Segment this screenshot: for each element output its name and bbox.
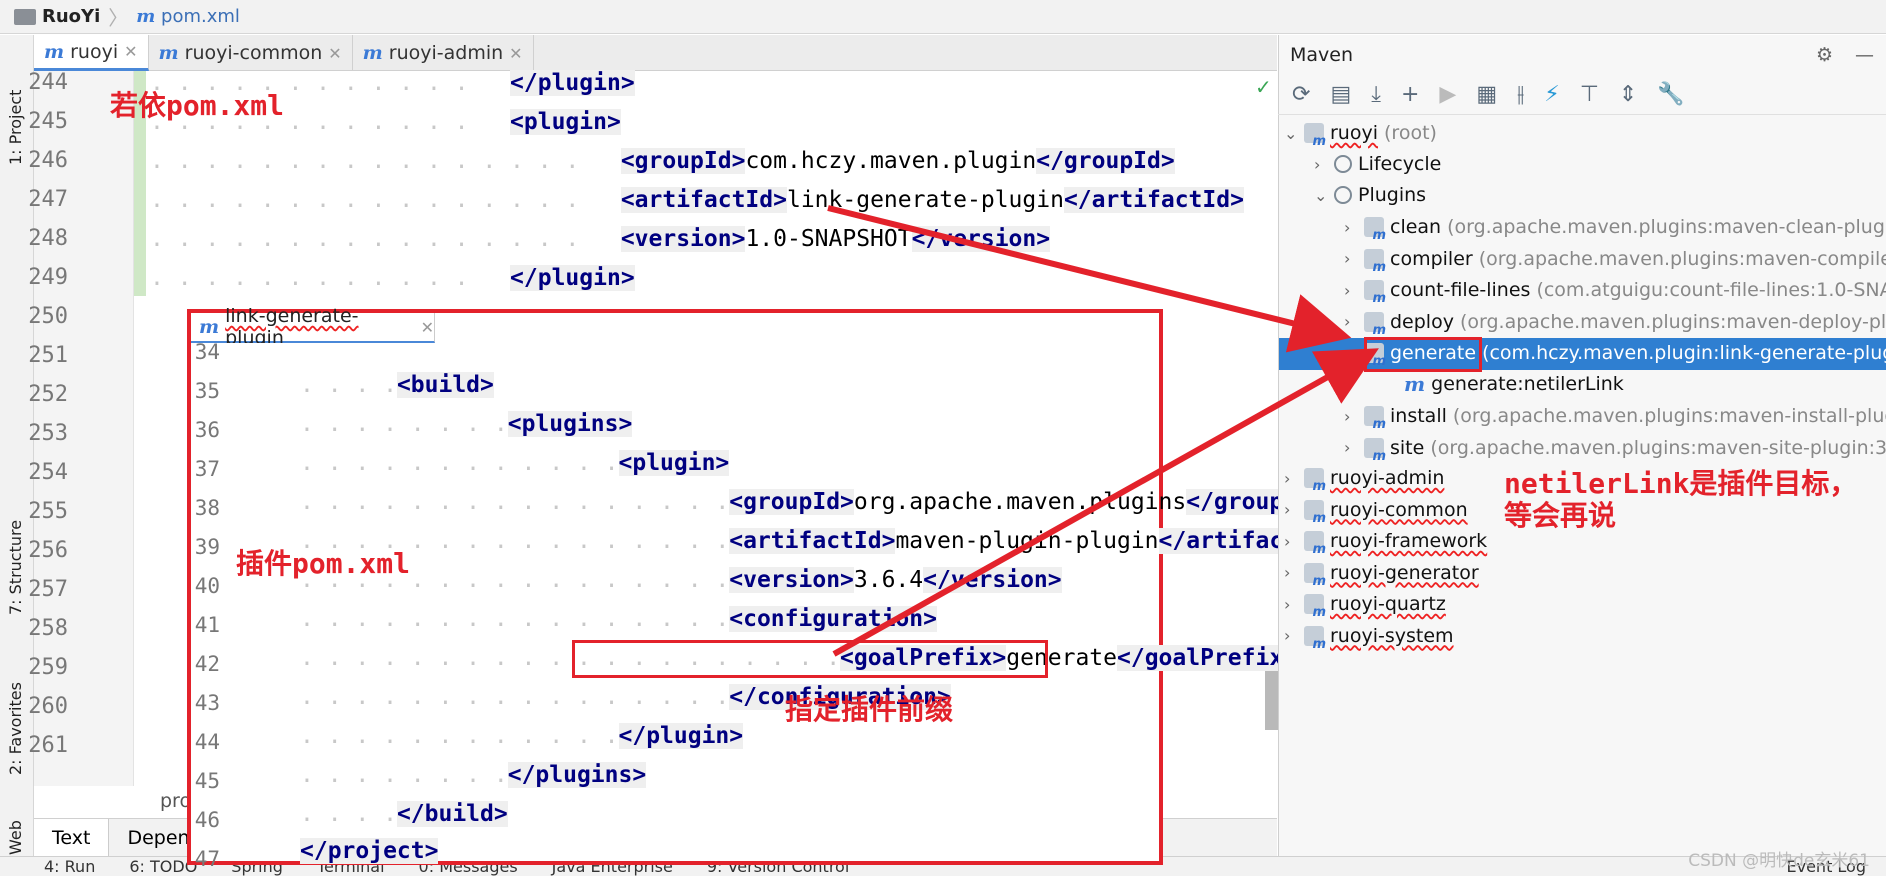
arrow-artifact-to-generate — [827, 205, 1352, 353]
annotation-arrows — [827, 205, 1379, 657]
watermark: CSDN @明快de玄米61 — [1688, 851, 1870, 871]
arrow-prefix-to-generate — [832, 348, 1379, 657]
